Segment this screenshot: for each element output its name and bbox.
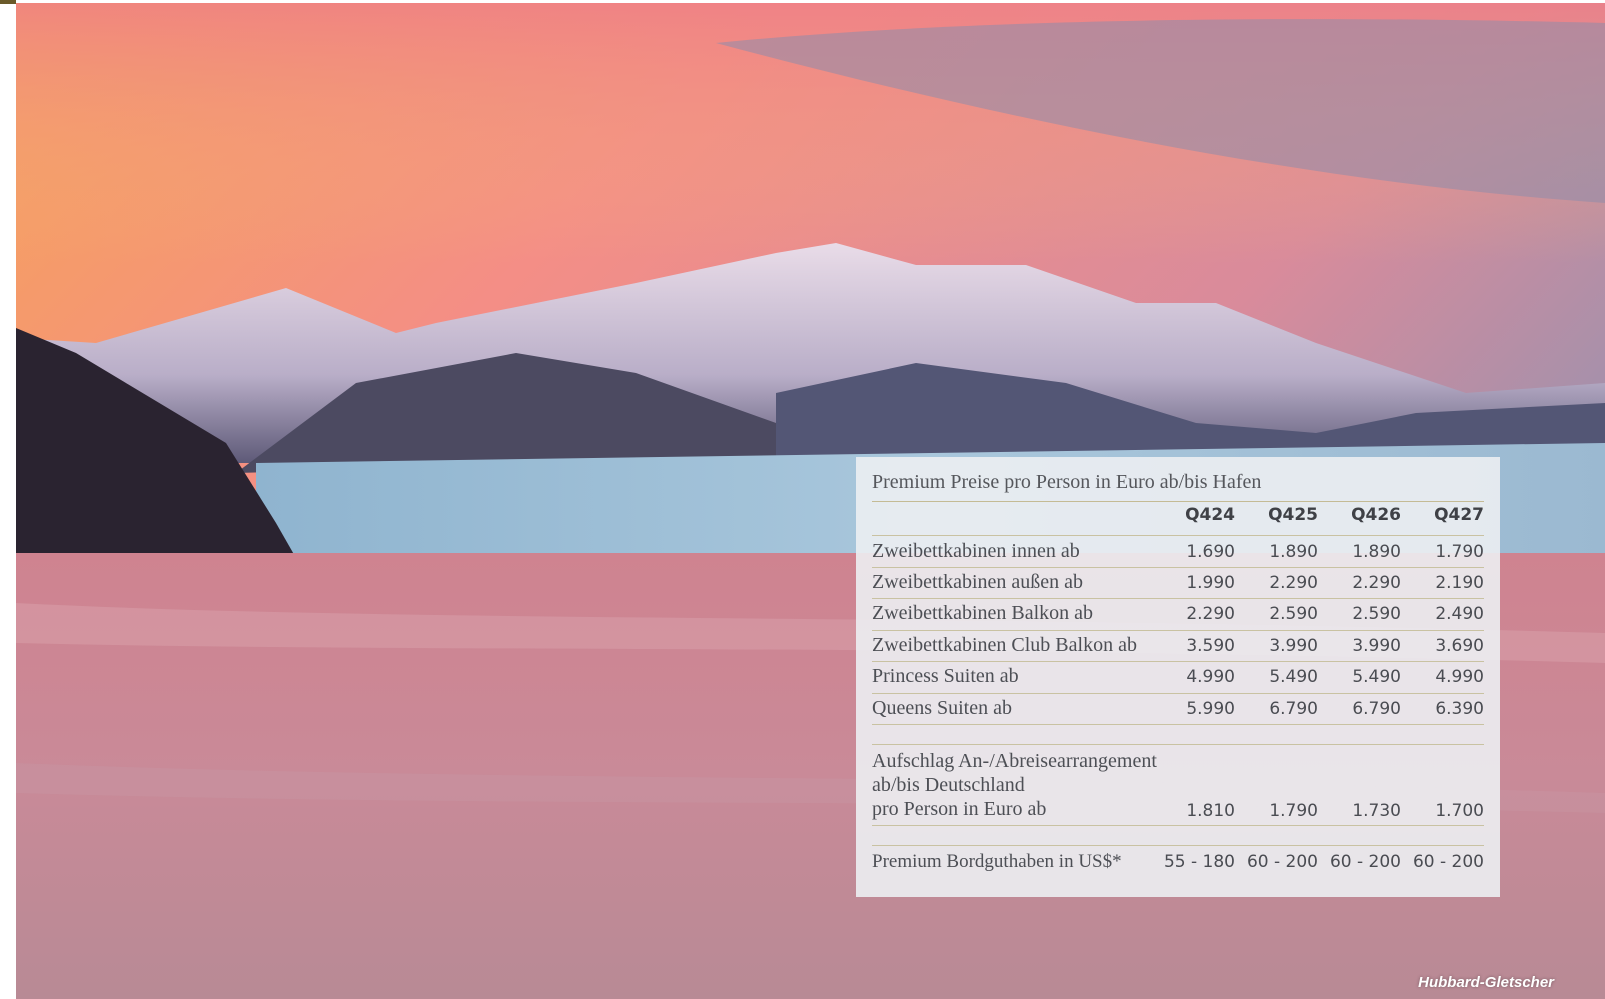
cell-value: 1.790 xyxy=(1269,801,1318,821)
table-row: Zweibettkabinen innen ab 1.690 1.890 1.8… xyxy=(872,537,1484,567)
price-table-panel: Premium Preise pro Person in Euro ab/bis… xyxy=(856,457,1500,897)
cell-value: 2.190 xyxy=(1435,573,1484,593)
cell-value: 2.290 xyxy=(1352,573,1401,593)
title-divider xyxy=(872,501,1484,502)
column-header: Q426 xyxy=(1351,505,1401,525)
surcharge-label-line: Aufschlag An-/Abreisearrangement xyxy=(872,750,1157,772)
row-divider xyxy=(872,693,1484,694)
row-label: Zweibettkabinen außen ab xyxy=(872,571,1084,593)
photo-caption: Hubbard-Gletscher xyxy=(1418,974,1554,991)
column-header: Q427 xyxy=(1434,505,1484,525)
row-divider xyxy=(872,630,1484,631)
table-header-row: Q424 Q425 Q426 Q427 xyxy=(872,505,1484,531)
cell-value: 1.790 xyxy=(1435,542,1484,562)
cell-value: 60 - 200 xyxy=(1412,852,1484,872)
row-label: Princess Suiten ab xyxy=(872,665,1019,687)
cell-value: 1.990 xyxy=(1186,573,1235,593)
cell-value: 6.390 xyxy=(1435,699,1484,719)
cell-value: 1.890 xyxy=(1352,542,1401,562)
cell-value: 4.990 xyxy=(1435,667,1484,687)
section-divider xyxy=(872,744,1484,745)
cell-value: 60 - 200 xyxy=(1329,852,1401,872)
row-divider xyxy=(872,567,1484,568)
row-divider xyxy=(872,535,1484,536)
column-header: Q424 xyxy=(1185,505,1235,525)
cell-value: 55 - 180 xyxy=(1163,852,1235,872)
cell-value: 5.490 xyxy=(1352,667,1401,687)
cell-value: 3.990 xyxy=(1269,636,1318,656)
surcharge-label-line: ab/bis Deutschland xyxy=(872,774,1025,796)
cell-value: 1.810 xyxy=(1186,801,1235,821)
panel-title: Premium Preise pro Person in Euro ab/bis… xyxy=(872,471,1262,493)
row-label: Zweibettkabinen Club Balkon ab xyxy=(872,634,1137,656)
section-divider xyxy=(872,845,1484,846)
row-label: Queens Suiten ab xyxy=(872,697,1012,719)
cell-value: 6.790 xyxy=(1352,699,1401,719)
cell-value: 1.690 xyxy=(1186,542,1235,562)
table-row: Zweibettkabinen außen ab 1.990 2.290 2.2… xyxy=(872,569,1484,599)
cell-value: 5.490 xyxy=(1269,667,1318,687)
cell-value: 5.990 xyxy=(1186,699,1235,719)
cell-value: 3.690 xyxy=(1435,636,1484,656)
row-label: Zweibettkabinen innen ab xyxy=(872,540,1080,562)
cell-value: 2.490 xyxy=(1435,604,1484,624)
cell-value: 1.700 xyxy=(1435,801,1484,821)
cell-value: 2.290 xyxy=(1186,604,1235,624)
row-divider xyxy=(872,661,1484,662)
table-row: Princess Suiten ab 4.990 5.490 5.490 4.9… xyxy=(872,663,1484,693)
cell-value: 4.990 xyxy=(1186,667,1235,687)
credit-label: Premium Bordguthaben in US$* xyxy=(872,851,1122,872)
cell-value: 1.890 xyxy=(1269,542,1318,562)
table-row: Zweibettkabinen Balkon ab 2.290 2.590 2.… xyxy=(872,600,1484,630)
row-divider xyxy=(872,598,1484,599)
table-row: Queens Suiten ab 5.990 6.790 6.790 6.390 xyxy=(872,695,1484,725)
row-label: Zweibettkabinen Balkon ab xyxy=(872,602,1094,624)
row-divider xyxy=(872,724,1484,725)
surcharge-row: Aufschlag An-/Abreisearrangement ab/bis … xyxy=(872,749,1484,825)
cell-value: 60 - 200 xyxy=(1246,852,1318,872)
surcharge-label-line: pro Person in Euro ab xyxy=(872,798,1047,820)
table-row: Zweibettkabinen Club Balkon ab 3.590 3.9… xyxy=(872,632,1484,662)
corner-mark xyxy=(0,0,16,4)
cell-value: 2.290 xyxy=(1269,573,1318,593)
onboard-credit-row: Premium Bordguthaben in US$* 55 - 180 60… xyxy=(872,848,1484,878)
cell-value: 3.990 xyxy=(1352,636,1401,656)
cell-value: 3.590 xyxy=(1186,636,1235,656)
cell-value: 2.590 xyxy=(1352,604,1401,624)
column-header: Q425 xyxy=(1268,505,1318,525)
cell-value: 2.590 xyxy=(1269,604,1318,624)
row-divider xyxy=(872,825,1484,826)
surcharge-label: Aufschlag An-/Abreisearrangement ab/bis … xyxy=(872,749,1157,821)
cell-value: 6.790 xyxy=(1269,699,1318,719)
cell-value: 1.730 xyxy=(1352,801,1401,821)
